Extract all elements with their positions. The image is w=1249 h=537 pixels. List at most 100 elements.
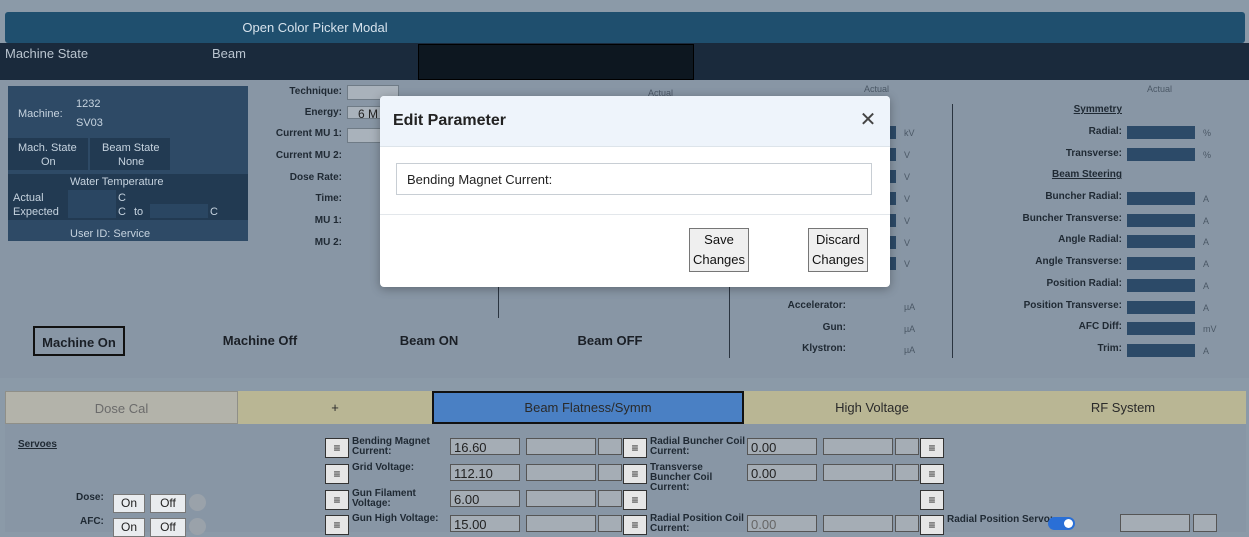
steering-value-field (1127, 300, 1195, 314)
steering-value-field (1127, 213, 1195, 227)
dose-indicator (189, 494, 206, 511)
machine-nav-bar: Machine State Beam (0, 43, 1249, 80)
tab-rf-system[interactable]: RF System (1000, 391, 1246, 424)
tab-high-voltage[interactable]: High Voltage (744, 391, 1000, 424)
symmetry-radial-field (1127, 126, 1195, 139)
menu-icon[interactable]: ≡ (623, 490, 647, 510)
steering-unit: A (1203, 259, 1210, 270)
afc-on-button[interactable]: On (113, 518, 145, 537)
menu-icon[interactable]: ≡ (325, 515, 349, 535)
param-value[interactable]: 16.60 (450, 438, 520, 455)
param-extra (895, 515, 919, 532)
steering-value-field (1127, 343, 1195, 357)
beam-off-button[interactable]: Beam OFF (560, 333, 660, 348)
symmetry-transverse-field (1127, 148, 1195, 161)
status-display (418, 44, 694, 80)
mach-state-value: On (41, 156, 56, 168)
radial-position-servo-toggle[interactable] (1048, 517, 1075, 530)
machine-id: 1232 (76, 98, 101, 110)
steering-label: Buncher Radial: (1045, 191, 1122, 202)
user-id: User ID: Service (70, 228, 151, 240)
param-value[interactable]: 112.10 (450, 464, 520, 481)
param-value[interactable]: 15.00 (450, 515, 520, 532)
tab-beam-flatness-symm[interactable]: Beam Flatness/Symm (432, 391, 744, 424)
save-changes-button[interactable]: Save Changes (689, 228, 749, 272)
discard-changes-button[interactable]: Discard Changes (808, 228, 868, 272)
steering-unit: A (1203, 194, 1210, 204)
tab-dose-cal[interactable]: Dose Cal (5, 391, 238, 424)
machine-off-button[interactable]: Machine Off (210, 333, 310, 348)
unit-label: V (904, 150, 911, 160)
servoes-title: Servoes (18, 439, 57, 450)
param-value[interactable]: 0.00 (747, 438, 817, 455)
menu-icon[interactable]: ≡ (623, 438, 647, 458)
param-label: Bending Magnet Current: (352, 436, 430, 457)
steering-label: Buncher Transverse: (1022, 212, 1123, 224)
nav-machine-state[interactable]: Machine State (5, 46, 88, 61)
close-icon[interactable]: ✕ (858, 110, 878, 130)
param-actual (526, 438, 596, 455)
param-actual (526, 464, 596, 481)
edit-parameter-modal: Edit Parameter ✕ Bending Magnet Current:… (380, 96, 890, 287)
param-actual (526, 515, 596, 532)
parameter-input[interactable]: Bending Magnet Current: (396, 163, 872, 195)
steering-unit: A (1203, 345, 1210, 356)
steering-value-field (1127, 278, 1195, 292)
menu-icon[interactable]: ≡ (920, 464, 944, 484)
tab-bar: Dose Cal + Beam Flatness/Symm High Volta… (5, 391, 1246, 424)
menu-icon[interactable]: ≡ (920, 438, 944, 458)
open-color-picker-button[interactable]: Open Color Picker Modal (5, 20, 625, 35)
param-value[interactable]: 6.00 (450, 490, 520, 507)
dose-on-button[interactable]: On (113, 494, 145, 513)
afc-indicator (189, 518, 206, 535)
mach-state-label: Mach. State (18, 142, 77, 154)
beam-on-button[interactable]: Beam ON (380, 333, 478, 348)
param-label: Radial Buncher Coil Current: (650, 436, 746, 457)
unit-label: V (904, 259, 911, 269)
menu-icon[interactable]: ≡ (920, 490, 944, 510)
water-expected-label: Expected (13, 206, 59, 218)
param-actual (526, 490, 596, 507)
param-extra (895, 438, 919, 455)
steering-value-field (1127, 322, 1195, 336)
menu-icon[interactable]: ≡ (325, 490, 349, 510)
param-label: Transverse Buncher Coil Current: (650, 462, 713, 493)
unit-label: kV (904, 128, 915, 138)
param-value[interactable]: 0.00 (747, 515, 817, 532)
machine-sv: SV03 (76, 117, 103, 129)
menu-icon[interactable]: ≡ (623, 464, 647, 484)
param-extra (598, 515, 622, 532)
steering-value-field (1127, 192, 1195, 205)
machine-label: Machine: (18, 108, 63, 120)
menu-icon[interactable]: ≡ (920, 515, 944, 535)
water-actual-label: Actual (13, 192, 44, 204)
beam-steering-title: Beam Steering (1051, 169, 1122, 180)
afc-off-button[interactable]: Off (150, 518, 186, 537)
param-extra (598, 464, 622, 481)
unit-label: V (904, 216, 911, 226)
beam-state-value: None (118, 156, 145, 168)
modal-header: Edit Parameter ✕ (380, 96, 890, 147)
steering-label: Angle Radial: (1058, 234, 1122, 246)
menu-icon[interactable]: ≡ (325, 438, 349, 458)
steering-label: Trim: (1097, 342, 1122, 354)
machine-on-button[interactable]: Machine On (33, 326, 125, 356)
menu-icon[interactable]: ≡ (325, 464, 349, 484)
unit-label: V (904, 238, 911, 248)
param-value[interactable]: 0.00 (747, 464, 817, 481)
steering-label: Position Radial: (1046, 277, 1122, 289)
steering-label: AFC Diff: (1078, 321, 1122, 333)
param-actual (823, 515, 893, 532)
menu-icon[interactable]: ≡ (623, 515, 647, 535)
open-color-picker-bar[interactable]: Open Color Picker Modal (5, 12, 1245, 43)
steering-value-field (1127, 257, 1195, 271)
param-actual (823, 464, 893, 481)
nav-beam[interactable]: Beam (212, 46, 246, 61)
dose-off-button[interactable]: Off (150, 494, 186, 513)
radial-position-servo-label: Radial Position Servo: (947, 514, 1054, 525)
param-extra (598, 490, 622, 507)
tab-add[interactable]: + (238, 391, 432, 424)
param-extra (895, 464, 919, 481)
steering-unit: mV (1203, 324, 1217, 335)
steering-unit: A (1203, 237, 1210, 248)
